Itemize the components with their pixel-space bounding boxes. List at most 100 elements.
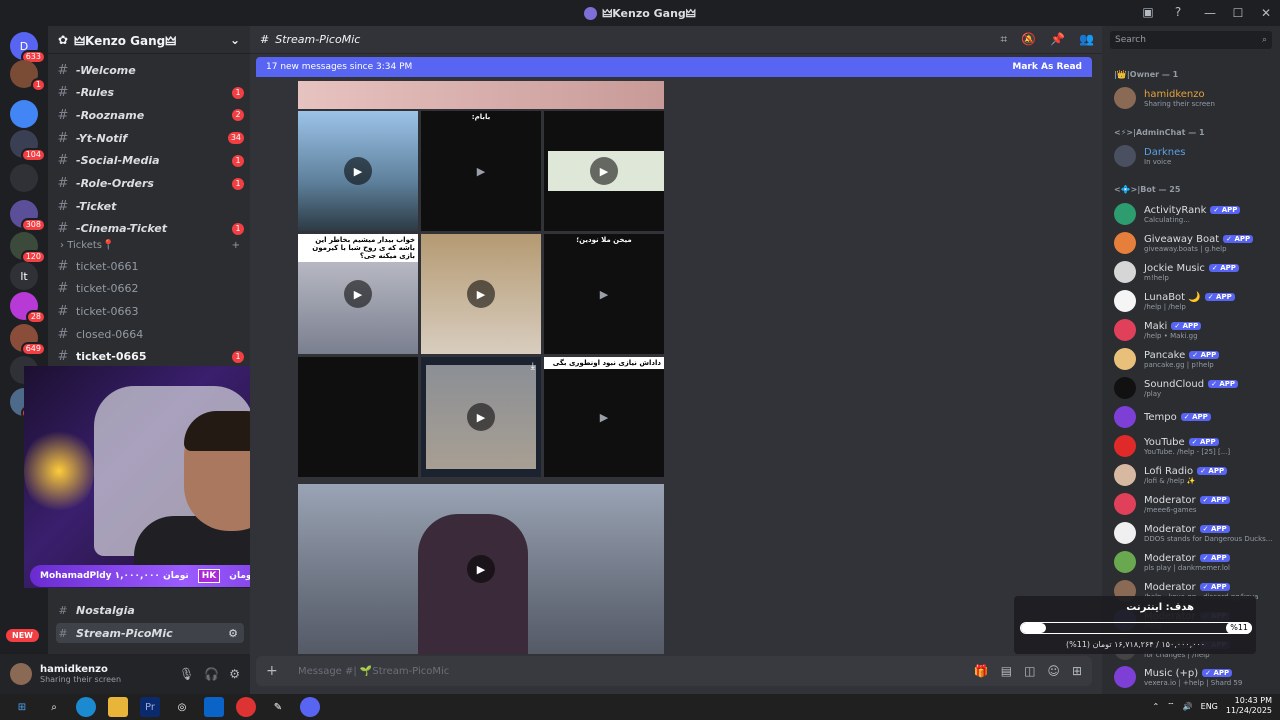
- member-item[interactable]: Lofi Radio ✓ APP/lofi & /help ✨: [1114, 461, 1274, 489]
- premiere-icon[interactable]: Pr: [140, 697, 160, 717]
- play-icon[interactable]: ▶: [344, 280, 372, 308]
- play-icon[interactable]: ▶: [344, 157, 372, 185]
- language-indicator[interactable]: ENG: [1201, 702, 1218, 711]
- video-tile[interactable]: خواب بیدار میشیم بخاطر این باشه که ی روح…: [298, 234, 418, 354]
- threads-icon[interactable]: ⌗: [1000, 32, 1007, 47]
- sticker-icon[interactable]: ◫: [1024, 664, 1035, 678]
- ticket-channel-item[interactable]: # ticket-0665 1: [56, 347, 244, 367]
- server-icon[interactable]: 28: [10, 292, 46, 324]
- play-icon[interactable]: ▶: [590, 403, 618, 431]
- server-icon[interactable]: [10, 164, 38, 192]
- video-tile[interactable]: داداش نیازی نبود اونطوری بگی ▶: [544, 357, 664, 477]
- pin-icon[interactable]: 📌: [1050, 32, 1065, 47]
- video-tile[interactable]: [298, 357, 418, 477]
- store-icon[interactable]: [204, 697, 224, 717]
- edge-icon[interactable]: [76, 697, 96, 717]
- app-icon[interactable]: ✎: [268, 697, 288, 717]
- discord-icon[interactable]: [300, 697, 320, 717]
- member-item[interactable]: ActivityRank ✓ APP Calculating...: [1114, 200, 1274, 228]
- file-explorer-icon[interactable]: [108, 697, 128, 717]
- server-icon[interactable]: D 633: [10, 32, 46, 64]
- video-tile[interactable]: میخن ملا نودین؛ ▶: [544, 234, 664, 354]
- video-player[interactable]: ▶: [298, 484, 664, 654]
- channel-item[interactable]: # -Cinema-Ticket 1: [56, 219, 244, 239]
- member-item[interactable]: Moderator ✓ APP pls play | dankmemer.lol: [1114, 548, 1274, 576]
- mark-as-read-button[interactable]: Mark As Read: [1012, 62, 1082, 72]
- member-item[interactable]: Moderator ✓ APP DDOS stands for Dangerous …: [1114, 519, 1274, 547]
- member-item[interactable]: SoundCloud ✓ APP/play: [1114, 374, 1274, 402]
- emoji-icon[interactable]: ☺: [1047, 664, 1060, 678]
- maximize-button[interactable]: ☐: [1224, 0, 1252, 26]
- microphone-icon[interactable]: 🎙: [179, 667, 194, 681]
- search-input[interactable]: Search ⌕: [1110, 31, 1272, 49]
- ticket-channel-item[interactable]: # ticket-0662: [56, 279, 244, 299]
- ticket-channel-item[interactable]: # ticket-0663: [56, 301, 244, 321]
- volume-icon[interactable]: 🔊: [1183, 702, 1193, 711]
- channel-item[interactable]: # -Rules 1: [56, 83, 244, 103]
- new-messages-bar[interactable]: 17 new messages since 3:34 PM Mark As Re…: [256, 57, 1092, 77]
- video-thumbnail[interactable]: [298, 81, 664, 109]
- member-item[interactable]: Moderator ✓ APP/meee6-games: [1114, 490, 1274, 518]
- channel-item[interactable]: # -Social-Media 1: [56, 151, 244, 171]
- search-icon[interactable]: ⌕: [44, 697, 64, 717]
- download-icon[interactable]: ⤓: [531, 361, 535, 372]
- video-tile[interactable]: ▶: [298, 111, 418, 231]
- member-item[interactable]: Music (+p) ✓ APP vexera.io | +help | Shard…: [1114, 663, 1274, 691]
- gift-icon[interactable]: 🎁: [974, 664, 989, 678]
- add-attachment-icon[interactable]: +: [266, 663, 284, 679]
- play-icon[interactable]: ▶: [467, 280, 495, 308]
- invite-icon[interactable]: ⚙: [228, 627, 238, 640]
- members-icon[interactable]: 👥: [1079, 32, 1094, 47]
- member-item[interactable]: LunaBot 🌙 ✓ APP/help | /help: [1114, 287, 1274, 315]
- video-tile[interactable]: بابام: ▶: [421, 111, 541, 231]
- server-icon[interactable]: [10, 100, 38, 128]
- play-icon[interactable]: ▶: [590, 157, 618, 185]
- windows-start-icon[interactable]: ⊞: [12, 697, 32, 717]
- chevron-up-icon[interactable]: ⌃: [1152, 702, 1159, 711]
- close-button[interactable]: ✕: [1252, 0, 1280, 26]
- category-tickets[interactable]: › Tickets📍 +: [60, 240, 240, 251]
- server-icon[interactable]: 1: [10, 60, 46, 92]
- member-item[interactable]: Pancake ✓ APP pancake.gg | p!help: [1114, 345, 1274, 373]
- member-item[interactable]: Darknes In voice: [1114, 142, 1274, 170]
- play-icon[interactable]: ▶: [467, 157, 495, 185]
- headphones-icon[interactable]: 🎧: [204, 667, 219, 681]
- app-icon[interactable]: [236, 697, 256, 717]
- message-composer[interactable]: + Message #| 🌱Stream-PicoMic 🎁 ▤ ◫ ☺ ⊞: [256, 656, 1092, 686]
- channel-nostalgia[interactable]: # Nostalgia: [56, 600, 244, 620]
- member-item[interactable]: Giveaway Boat ✓ APP giveaway.boats | g.hel…: [1114, 229, 1274, 257]
- new-badge[interactable]: NEW: [6, 629, 39, 642]
- guild-header[interactable]: ✿ 🜲Kenzo Gang🜲 ⌄: [48, 26, 250, 54]
- ticket-channel-item[interactable]: # closed-0664: [56, 324, 244, 344]
- settings-icon[interactable]: ⚙: [229, 667, 240, 681]
- play-icon[interactable]: ▶: [467, 403, 495, 431]
- member-item[interactable]: Tempo ✓ APP: [1114, 403, 1274, 431]
- video-tile[interactable]: ▶ ⤓: [421, 357, 541, 477]
- channel-item[interactable]: # -Ticket: [56, 196, 244, 216]
- help-icon[interactable]: ?: [1170, 4, 1186, 20]
- apps-icon[interactable]: ⊞: [1072, 664, 1082, 678]
- member-item[interactable]: Jockie Music ✓ APP m!help: [1114, 258, 1274, 286]
- avatar[interactable]: [10, 663, 32, 685]
- server-icon[interactable]: lt: [10, 262, 38, 290]
- channel-item[interactable]: # -Welcome: [56, 60, 244, 80]
- ticket-channel-item[interactable]: # ticket-0661: [56, 256, 244, 276]
- network-icon[interactable]: ⌔: [1167, 701, 1175, 711]
- server-icon[interactable]: 308: [10, 200, 46, 232]
- server-icon[interactable]: 649: [10, 324, 46, 356]
- steam-icon[interactable]: ◎: [172, 697, 192, 717]
- video-tile[interactable]: ▶: [421, 234, 541, 354]
- play-icon[interactable]: ▶: [467, 555, 495, 583]
- gif-icon[interactable]: ▤: [1001, 664, 1012, 678]
- server-icon[interactable]: 120: [10, 232, 46, 264]
- play-icon[interactable]: ▶: [590, 280, 618, 308]
- channel-item[interactable]: # -Yt-Notif 34: [56, 128, 244, 148]
- member-item[interactable]: hamidkenzo Sharing their screen: [1114, 84, 1274, 112]
- clock[interactable]: 10:43 PM 11/24/2025: [1226, 696, 1272, 716]
- channel-item[interactable]: # -Roozname 2: [56, 105, 244, 125]
- member-item[interactable]: YouTube ✓ APP YouTube. /help - [25] [...]: [1114, 432, 1274, 460]
- add-channel-icon[interactable]: +: [232, 240, 240, 251]
- channel-stream-picomic[interactable]: # Stream-PicoMic ⚙: [56, 623, 244, 643]
- video-tile[interactable]: ▶: [544, 111, 664, 231]
- inbox-icon[interactable]: ▣: [1140, 4, 1156, 20]
